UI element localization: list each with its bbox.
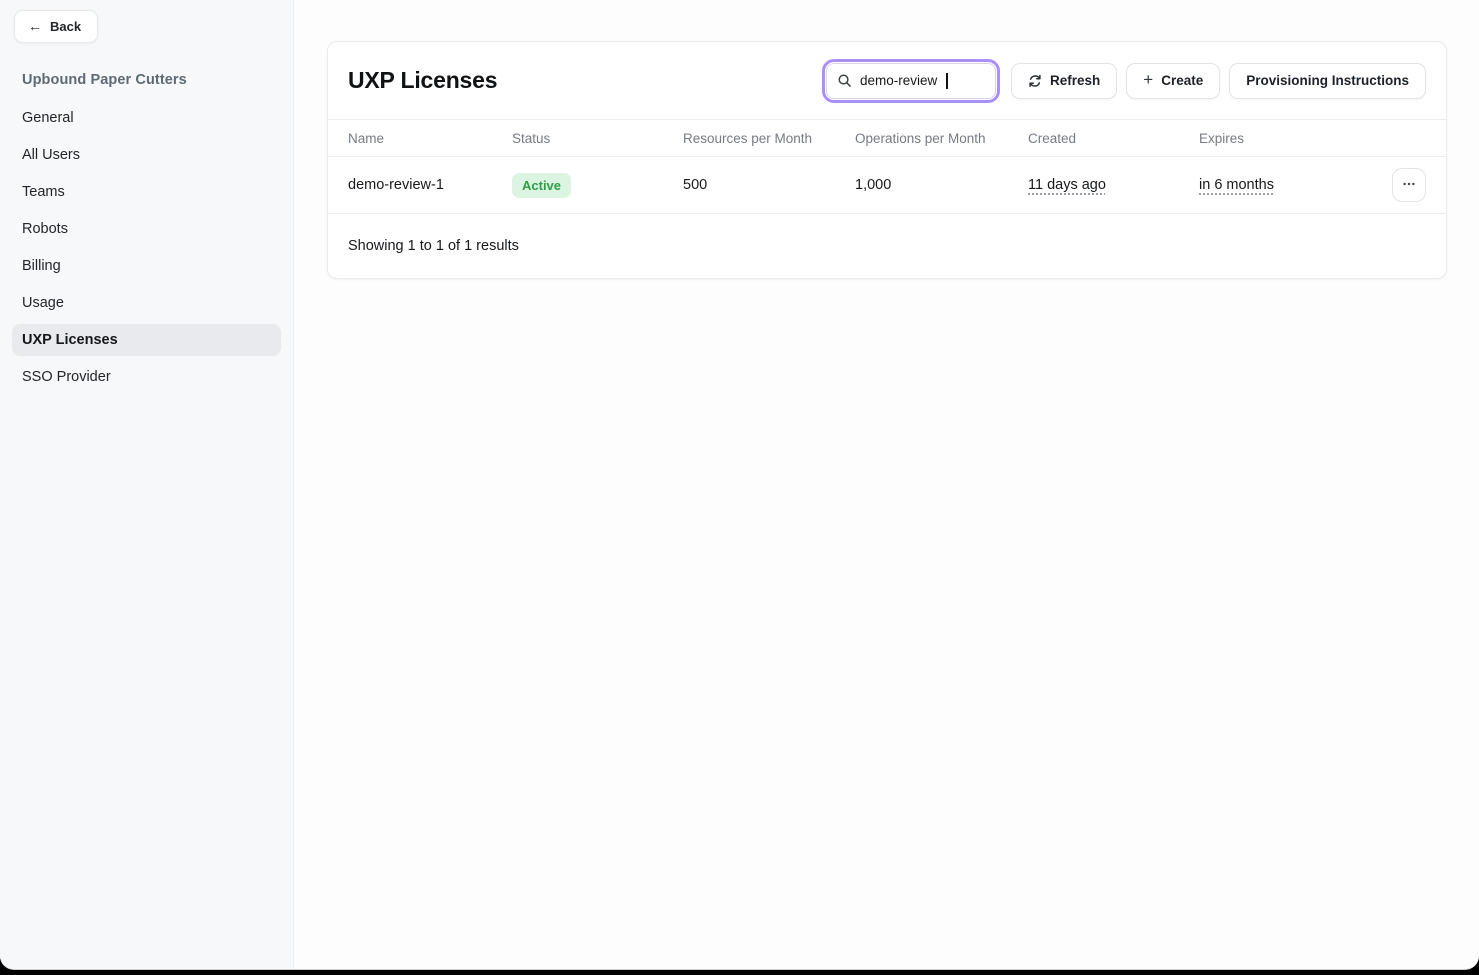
status-cell: Active xyxy=(512,173,683,198)
results-count-text: Showing 1 to 1 of 1 results xyxy=(348,238,519,254)
table-footer: Showing 1 to 1 of 1 results xyxy=(328,214,1446,278)
text-caret xyxy=(946,73,948,89)
create-button[interactable]: + Create xyxy=(1126,63,1220,99)
license-name: demo-review-1 xyxy=(348,177,512,193)
created-cell: 11 days ago xyxy=(1028,177,1199,193)
plus-icon: + xyxy=(1143,71,1153,88)
row-actions-menu-button[interactable] xyxy=(1392,168,1426,202)
provisioning-instructions-button[interactable]: Provisioning Instructions xyxy=(1229,63,1426,99)
expires-cell: in 6 months xyxy=(1199,177,1386,193)
sidebar-item-robots[interactable]: Robots xyxy=(12,213,281,245)
column-header-operations: Operations per Month xyxy=(855,131,1028,146)
back-button[interactable]: ← Back xyxy=(14,10,98,43)
column-header-expires: Expires xyxy=(1199,131,1386,146)
sidebar-item-all-users[interactable]: All Users xyxy=(12,139,281,171)
operations-per-month-value: 1,000 xyxy=(855,177,1028,193)
card-header: UXP Licenses demo-review xyxy=(328,42,1446,119)
column-header-created: Created xyxy=(1028,131,1199,146)
search-input[interactable]: demo-review xyxy=(826,63,996,99)
expires-value[interactable]: in 6 months xyxy=(1199,177,1274,193)
main-content: UXP Licenses demo-review xyxy=(294,0,1479,969)
created-value[interactable]: 11 days ago xyxy=(1028,177,1106,193)
search-input-value: demo-review xyxy=(860,73,937,88)
sidebar-item-general[interactable]: General xyxy=(12,102,281,134)
refresh-button-label: Refresh xyxy=(1050,73,1100,88)
resources-per-month-value: 500 xyxy=(683,177,855,193)
table-row: demo-review-1 Active 500 1,000 11 days a… xyxy=(328,157,1446,214)
sidebar-item-sso-provider[interactable]: SSO Provider xyxy=(12,361,281,393)
sidebar-nav: General All Users Teams Robots Billing U… xyxy=(14,102,279,393)
org-name-heading: Upbound Paper Cutters xyxy=(22,72,279,88)
table-header-row: Name Status Resources per Month Operatio… xyxy=(328,119,1446,157)
uxp-licenses-card: UXP Licenses demo-review xyxy=(327,41,1447,279)
column-header-status: Status xyxy=(512,131,683,146)
refresh-button[interactable]: Refresh xyxy=(1011,63,1117,99)
page-title: UXP Licenses xyxy=(348,67,497,94)
status-badge: Active xyxy=(512,173,571,198)
refresh-icon xyxy=(1028,74,1042,88)
sidebar-item-uxp-licenses[interactable]: UXP Licenses xyxy=(12,324,281,356)
provisioning-instructions-label: Provisioning Instructions xyxy=(1246,73,1409,88)
sidebar-item-billing[interactable]: Billing xyxy=(12,250,281,282)
sidebar-item-usage[interactable]: Usage xyxy=(12,287,281,319)
ellipsis-icon xyxy=(1402,177,1416,194)
back-button-label: Back xyxy=(50,19,81,34)
header-actions: demo-review Refresh xyxy=(826,63,1426,99)
create-button-label: Create xyxy=(1161,73,1203,88)
sidebar-item-teams[interactable]: Teams xyxy=(12,176,281,208)
column-header-resources: Resources per Month xyxy=(683,131,855,146)
arrow-left-icon: ← xyxy=(28,19,42,33)
settings-sidebar: ← Back Upbound Paper Cutters General All… xyxy=(0,0,294,969)
search-icon xyxy=(837,73,852,88)
column-header-name: Name xyxy=(348,131,512,146)
app-window: ← Back Upbound Paper Cutters General All… xyxy=(0,0,1479,970)
